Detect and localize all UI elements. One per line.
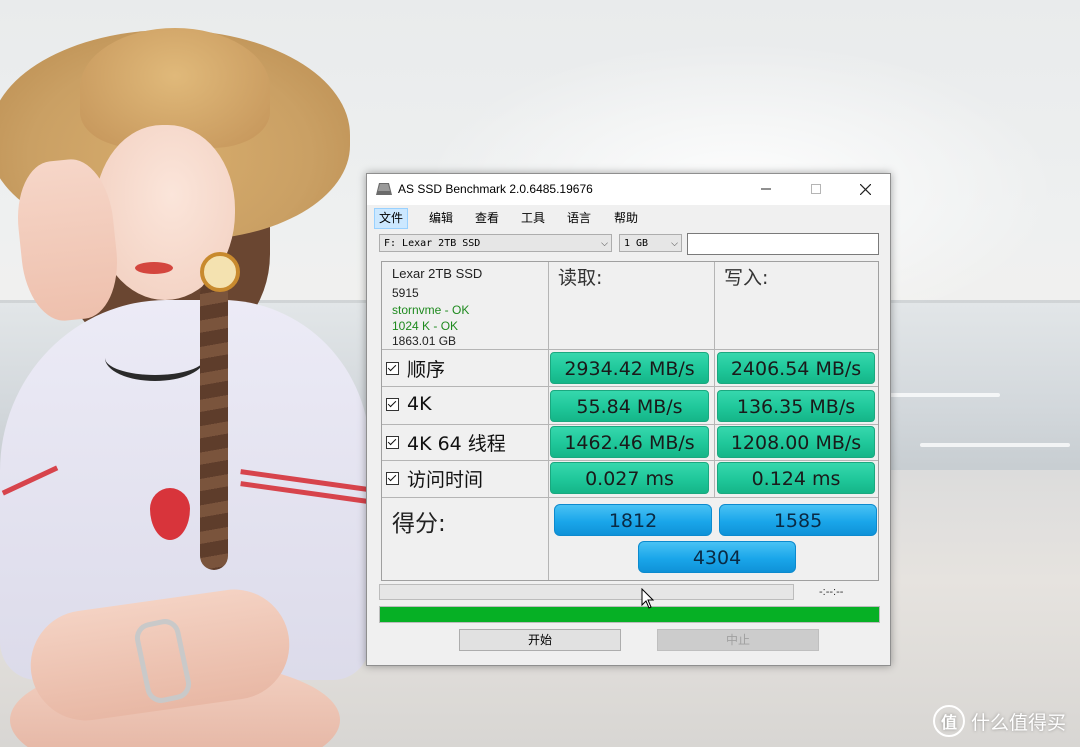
overall-progress-fill <box>380 607 879 622</box>
test-4k-checkbox[interactable] <box>386 397 399 411</box>
watermark: 值 什么值得买 <box>932 705 1066 737</box>
divider <box>382 497 878 498</box>
write-score: 1585 <box>719 504 877 536</box>
minimize-icon <box>761 188 771 190</box>
test-access-checkbox[interactable] <box>386 472 399 485</box>
menu-tools[interactable]: 工具 <box>517 209 549 228</box>
drive-name: Lexar 2TB SSD <box>392 266 483 281</box>
test-access-label[interactable]: 访问时间 <box>386 465 483 492</box>
drive-select[interactable]: F: Lexar 2TB SSD ⌵ <box>379 234 612 252</box>
status-textbox[interactable] <box>687 233 879 255</box>
benchmark-window: AS SSD Benchmark 2.0.6485.19676 文件 编辑 查看… <box>366 173 891 666</box>
4k-read-result: 55.84 MB/s <box>550 390 709 422</box>
divider <box>382 460 878 461</box>
menu-file[interactable]: 文件 <box>374 208 409 229</box>
braid <box>200 280 228 570</box>
mouse-cursor-icon <box>641 588 655 609</box>
test-seq-name: 顺序 <box>407 359 446 381</box>
test-4k-label[interactable]: 4K <box>386 393 432 415</box>
test-4k-name: 4K <box>407 393 432 415</box>
4k-write-result: 136.35 MB/s <box>717 390 875 422</box>
menu-language[interactable]: 语言 <box>563 209 595 228</box>
access-write-result: 0.124 ms <box>717 462 875 494</box>
total-score: 4304 <box>638 541 796 573</box>
divider <box>548 262 549 580</box>
lips <box>135 262 173 274</box>
menu-help[interactable]: 帮助 <box>610 209 642 228</box>
elapsed-time: -:--:-- <box>819 586 844 598</box>
necklace <box>105 335 205 381</box>
menu-edit[interactable]: 编辑 <box>425 209 457 228</box>
maximize-icon <box>811 184 821 194</box>
title-bar[interactable]: AS SSD Benchmark 2.0.6485.19676 <box>367 174 890 205</box>
maximize-button[interactable] <box>793 174 839 204</box>
write-column-header: 写入: <box>724 267 769 289</box>
photo-person <box>0 0 380 747</box>
drive-capacity: 1863.01 GB <box>392 334 457 348</box>
watermark-badge: 值 <box>932 705 965 737</box>
divider <box>714 262 715 497</box>
read-score: 1812 <box>554 504 712 536</box>
overall-progress-bar <box>379 606 880 623</box>
minimize-button[interactable] <box>743 174 789 204</box>
test-size-value: 1 GB <box>624 238 649 249</box>
start-button[interactable]: 开始 <box>459 629 621 651</box>
alignment-status: 1024 K - OK <box>392 319 459 333</box>
drive-select-value: F: Lexar 2TB SSD <box>384 238 481 249</box>
test-seq-checkbox[interactable] <box>386 362 399 375</box>
driver-status: stornvme - OK <box>392 303 470 317</box>
app-icon <box>376 183 392 195</box>
chevron-down-icon: ⌵ <box>671 239 678 249</box>
score-label: 得分: <box>392 511 446 537</box>
divider <box>382 424 878 425</box>
close-icon <box>859 183 871 195</box>
test-size-select[interactable]: 1 GB ⌵ <box>619 234 682 252</box>
divider <box>382 386 878 387</box>
orange-earring <box>200 252 240 292</box>
abort-button[interactable]: 中止 <box>657 629 819 651</box>
chevron-down-icon: ⌵ <box>601 239 608 249</box>
seq-write-result: 2406.54 MB/s <box>717 352 875 384</box>
access-read-result: 0.027 ms <box>550 462 709 494</box>
4k64-write-result: 1208.00 MB/s <box>717 426 875 458</box>
test-access-name: 访问时间 <box>407 469 484 491</box>
window-title: AS SSD Benchmark 2.0.6485.19676 <box>398 182 593 196</box>
wave <box>920 443 1070 447</box>
divider <box>382 349 878 350</box>
results-panel: Lexar 2TB SSD 5915 stornvme - OK 1024 K … <box>381 261 879 581</box>
test-seq-label[interactable]: 顺序 <box>386 355 445 382</box>
seq-read-result: 2934.42 MB/s <box>550 352 709 384</box>
4k64-read-result: 1462.46 MB/s <box>550 426 709 458</box>
test-4k64-name: 4K 64 线程 <box>407 433 506 455</box>
current-test-progress <box>379 584 794 600</box>
test-4k64-checkbox[interactable] <box>386 436 399 449</box>
menu-view[interactable]: 查看 <box>471 209 503 228</box>
read-column-header: 读取: <box>558 267 603 289</box>
watermark-text: 什么值得买 <box>970 711 1066 734</box>
close-button[interactable] <box>842 174 888 204</box>
drive-firmware: 5915 <box>392 286 419 300</box>
test-4k64-label[interactable]: 4K 64 线程 <box>386 429 506 456</box>
menu-bar: 文件 编辑 查看 工具 语言 帮助 <box>367 205 890 231</box>
